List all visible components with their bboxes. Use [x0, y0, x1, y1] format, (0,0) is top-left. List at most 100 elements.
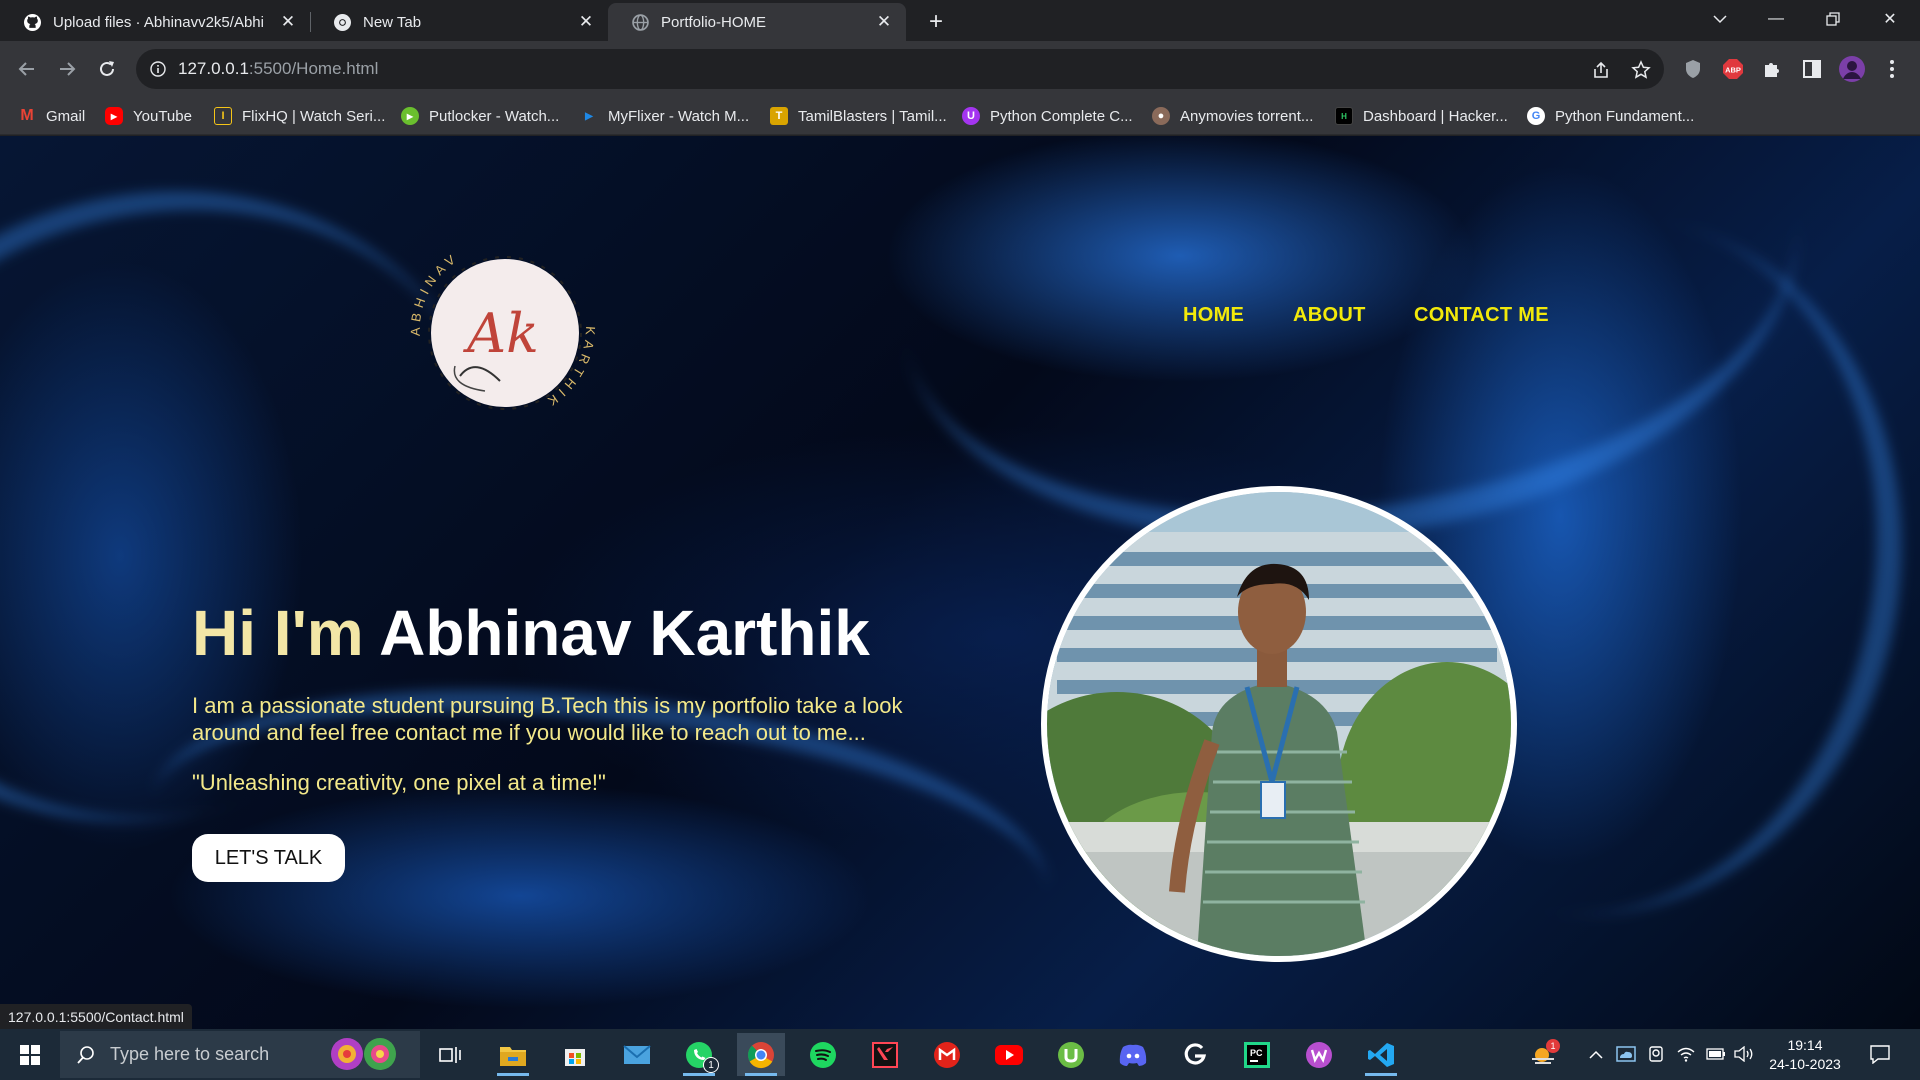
shield-extension[interactable]: [1679, 55, 1707, 83]
bookmark-flixhq[interactable]: I FlixHQ | Watch Seri...: [214, 106, 385, 126]
bookmark-hackerrank[interactable]: H Dashboard | Hacker...: [1335, 106, 1508, 126]
youtube-icon: ▶: [105, 107, 123, 125]
mail-icon: [623, 1044, 651, 1064]
new-tab-button[interactable]: +: [922, 8, 950, 36]
minimize-icon: —: [1768, 10, 1784, 27]
tab-github-upload[interactable]: Upload files · Abhinavv2k5/Abhi ✕: [0, 3, 310, 41]
bookmark-label: Python Fundament...: [1555, 107, 1695, 125]
vscode-icon: [1368, 1042, 1394, 1067]
bookmarks-bar: M Gmail ▶ YouTube I FlixHQ | Watch Seri... …: [0, 97, 1920, 135]
tab-title: Upload files · Abhinavv2k5/Abhi: [53, 13, 264, 31]
microsoft-store-icon: [565, 1048, 585, 1066]
adblock-icon: ABP: [1723, 59, 1743, 79]
taskbar-discord[interactable]: [1109, 1033, 1157, 1076]
taskbar-wondershare[interactable]: [1295, 1033, 1343, 1076]
nav-about[interactable]: ABOUT: [1293, 304, 1366, 327]
clock-date: 24-10-2023: [1769, 1056, 1841, 1072]
bookmark-star-button[interactable]: [1628, 57, 1654, 83]
close-window-button[interactable]: ✕: [1870, 4, 1910, 34]
logitech-icon: [1184, 1042, 1207, 1065]
tab-portfolio-home[interactable]: Portfolio-HOME ✕: [608, 3, 906, 41]
camera-tray[interactable]: [1645, 1043, 1667, 1065]
tab-new-tab[interactable]: New Tab ✕: [310, 3, 608, 41]
bookmark-label: Dashboard | Hacker...: [1363, 107, 1508, 125]
valorant-icon: [872, 1041, 898, 1068]
bookmark-label: Anymovies torrent...: [1180, 107, 1314, 125]
utorrent-icon: [1058, 1041, 1084, 1068]
kebab-menu-icon: [1890, 60, 1894, 78]
battery-icon: [1706, 1048, 1725, 1060]
reload-button[interactable]: [90, 52, 124, 86]
bookmark-youtube[interactable]: ▶ YouTube: [105, 106, 192, 126]
wifi-tray[interactable]: [1675, 1043, 1697, 1065]
taskbar-search[interactable]: Type here to search: [60, 1031, 420, 1078]
link-status-url: 127.0.0.1:5500/Contact.html: [0, 1004, 192, 1029]
anymovies-icon: ●: [1152, 107, 1170, 125]
taskbar-microsoft-store[interactable]: [551, 1033, 599, 1076]
star-icon: [1631, 60, 1651, 79]
side-panel-button[interactable]: [1798, 55, 1826, 83]
share-icon: [1594, 61, 1608, 78]
taskbar-chrome[interactable]: [737, 1033, 785, 1076]
back-button[interactable]: [10, 52, 44, 86]
show-hidden-icons-button[interactable]: [1585, 1043, 1607, 1065]
nav-contact-me[interactable]: CONTACT ME: [1414, 304, 1549, 327]
restore-button[interactable]: [1813, 4, 1853, 34]
task-view-button[interactable]: [426, 1033, 474, 1076]
taskbar-mail[interactable]: [613, 1033, 661, 1076]
rangoli-icon: [331, 1038, 396, 1070]
info-icon[interactable]: [150, 61, 166, 77]
taskbar-pycharm[interactable]: PC: [1233, 1033, 1281, 1076]
taskbar-logitech-ghub[interactable]: [1171, 1033, 1219, 1076]
file-explorer-icon: [500, 1046, 526, 1066]
bookmark-gmail[interactable]: M Gmail: [18, 106, 85, 126]
taskbar-spotify[interactable]: [799, 1033, 847, 1076]
bookmark-python-fundamentals[interactable]: G Python Fundament...: [1527, 106, 1694, 126]
profile-photo-image: [1047, 492, 1511, 956]
lets-talk-button[interactable]: LET'S TALK: [192, 834, 345, 882]
profile-avatar[interactable]: [1838, 55, 1866, 83]
hero-description: I am a passionate student pursuing B.Tec…: [192, 693, 903, 745]
nav-home[interactable]: HOME: [1183, 304, 1244, 327]
minimize-button[interactable]: —: [1756, 4, 1796, 34]
onedrive-tray[interactable]: [1615, 1043, 1637, 1065]
volume-tray[interactable]: [1733, 1043, 1755, 1065]
bookmark-tamilblasters[interactable]: T TamilBlasters | Tamil...: [770, 106, 947, 126]
forward-button[interactable]: [50, 52, 84, 86]
extensions-button[interactable]: [1758, 55, 1786, 83]
svg-text:PC: PC: [1250, 1048, 1263, 1058]
bookmark-label: Putlocker - Watch...: [429, 107, 560, 125]
notifications-button[interactable]: [1868, 1043, 1892, 1065]
tab-search-button[interactable]: [1700, 4, 1740, 34]
taskbar-utorrent[interactable]: [1047, 1033, 1095, 1076]
pycharm-icon: PC: [1244, 1041, 1270, 1068]
bookmark-anymovies[interactable]: ● Anymovies torrent...: [1152, 106, 1313, 126]
arrow-left-icon: [18, 62, 34, 76]
taskbar-mcafee[interactable]: [923, 1033, 971, 1076]
share-button[interactable]: [1588, 57, 1614, 83]
weather-widget[interactable]: 1: [1526, 1039, 1560, 1065]
taskbar-valorant[interactable]: [861, 1033, 909, 1076]
bookmark-putlocker[interactable]: ▶ Putlocker - Watch...: [401, 106, 559, 126]
taskbar-youtube[interactable]: [985, 1033, 1033, 1076]
taskbar-clock[interactable]: 19:14 24-10-2023: [1760, 1036, 1850, 1074]
close-icon[interactable]: ✕: [874, 12, 894, 32]
taskbar-file-explorer[interactable]: [489, 1033, 537, 1076]
bookmark-python-complete[interactable]: U Python Complete C...: [962, 106, 1133, 126]
address-bar[interactable]: 127.0.0.1:5500/Home.html: [136, 49, 1664, 89]
taskbar-vscode[interactable]: [1357, 1033, 1405, 1076]
menu-button[interactable]: [1878, 55, 1906, 83]
tamilblasters-icon: T: [770, 107, 788, 125]
bookmark-myflixer[interactable]: ▶ MyFlixer - Watch M...: [580, 106, 749, 126]
chevron-up-icon: [1589, 1050, 1603, 1059]
myflixer-icon: ▶: [585, 110, 593, 122]
tab-strip: Upload files · Abhinavv2k5/Abhi ✕ New Ta…: [0, 0, 1920, 41]
adblock-extension[interactable]: ABP: [1719, 55, 1747, 83]
site-logo[interactable]: Ak ABHINAV KARTHIK: [400, 226, 600, 426]
battery-tray[interactable]: [1705, 1043, 1727, 1065]
globe-icon: [632, 13, 649, 31]
taskbar-whatsapp[interactable]: 1: [675, 1033, 723, 1076]
start-button[interactable]: [0, 1029, 60, 1080]
close-icon[interactable]: ✕: [576, 12, 596, 32]
close-icon[interactable]: ✕: [278, 12, 298, 32]
